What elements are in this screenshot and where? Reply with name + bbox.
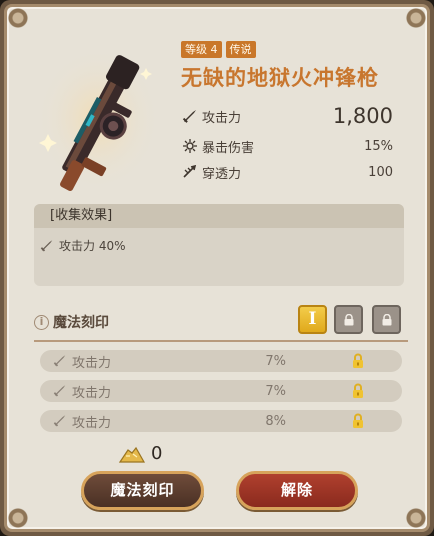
enchant-section-title: 魔法刻印 (53, 315, 109, 331)
stat-penetration: 穿透力 100 (181, 161, 393, 183)
stat-label: 穿透力 (202, 166, 242, 182)
stat-value: 1,800 (332, 104, 393, 128)
stat-value: 100 (368, 164, 393, 180)
stat-label: 暴击伤害 (202, 140, 255, 156)
corner-ornament (7, 507, 29, 529)
enchant-slot-3-locked[interactable] (372, 305, 401, 334)
stat-label: 攻击力 (202, 110, 242, 126)
rune-row[interactable]: 攻击力 8% (40, 410, 402, 432)
crit-burst-icon (181, 138, 199, 154)
lock-icon (344, 314, 354, 326)
remove-button[interactable]: 解除 (236, 471, 358, 510)
stat-attack: 攻击力 1,800 (181, 104, 393, 128)
rune-label: 攻击力 (72, 415, 112, 431)
rune-label: 攻击力 (72, 385, 112, 401)
rune-label: 攻击力 (72, 355, 112, 371)
slot-numeral: I (308, 309, 317, 329)
rarity-badge: 传说 (225, 41, 256, 58)
enchant-section-header: i 魔法刻印 (34, 312, 109, 332)
corner-ornament (405, 7, 427, 29)
sword-icon (40, 239, 56, 253)
section-divider (34, 340, 408, 342)
item-name: 无缺的地狱火冲锋枪 (181, 66, 379, 90)
collection-title: [收集效果] (34, 204, 404, 228)
lock-icon[interactable] (351, 383, 365, 399)
rune-row[interactable]: 攻击力 7% (40, 380, 402, 402)
rune-row[interactable]: 攻击力 7% (40, 350, 402, 372)
lock-icon[interactable] (351, 413, 365, 429)
collection-effect-line: 攻击力 40% (40, 237, 126, 254)
enchant-slot-1[interactable]: I (298, 305, 327, 334)
lock-icon (382, 314, 392, 326)
hellfire-smg-weapon-icon (36, 47, 160, 192)
rune-value: 8% (265, 413, 286, 429)
sword-icon (53, 384, 69, 398)
lock-icon[interactable] (351, 353, 365, 369)
enchant-cost: 0 (118, 443, 162, 464)
level-badge: 等级 4 (181, 41, 222, 58)
powder-pile-icon (118, 446, 146, 463)
rune-value: 7% (265, 353, 286, 369)
currency-amount: 0 (151, 443, 163, 464)
enchant-button[interactable]: 魔法刻印 (81, 471, 204, 510)
sword-icon (53, 414, 69, 428)
rune-value: 7% (265, 383, 286, 399)
item-badges: 等级 4 传说 (181, 41, 256, 58)
collection-effect-box: [收集效果] 攻击力 40% (34, 204, 404, 286)
corner-ornament (7, 7, 29, 29)
sword-icon (53, 354, 69, 368)
collection-effect: 攻击力 40% (59, 239, 126, 253)
corner-ornament (405, 507, 427, 529)
enchant-slot-2-locked[interactable] (334, 305, 363, 334)
pierce-icon (181, 164, 199, 180)
stat-value: 15% (364, 138, 393, 154)
sword-icon (181, 108, 199, 124)
stat-crit-damage: 暴击伤害 15% (181, 135, 393, 157)
info-icon[interactable]: i (34, 314, 49, 330)
